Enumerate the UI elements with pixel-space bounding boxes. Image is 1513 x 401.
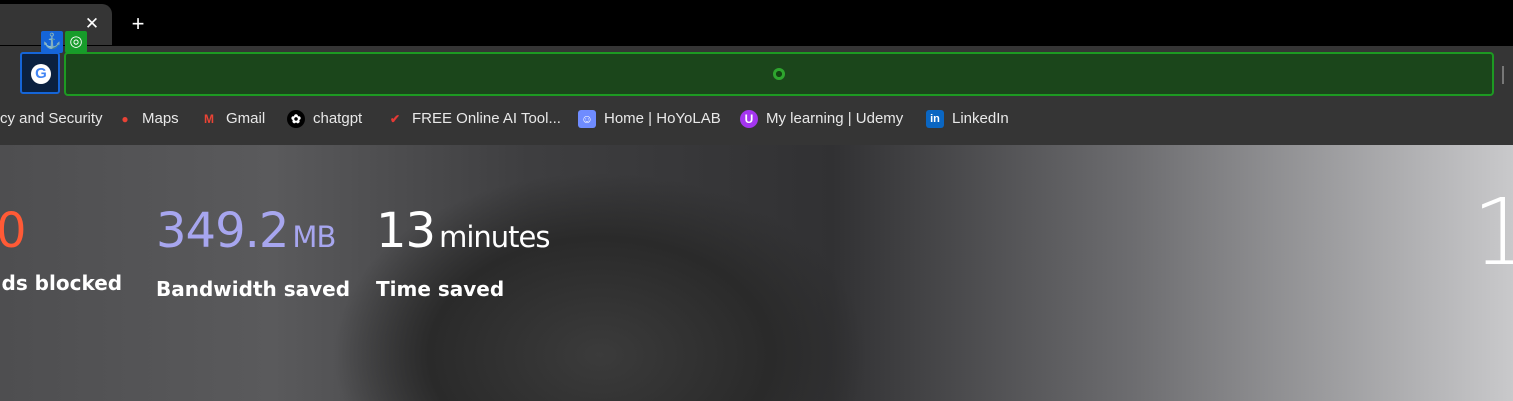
hoyolab-icon: ☺ xyxy=(578,109,596,128)
ads-blocked-value: 0 xyxy=(0,203,27,259)
bookmark-label: Home | HoYoLAB xyxy=(604,110,721,127)
bookmarks-bar: cy and Security ● Maps M Gmail ✿ chatgpt… xyxy=(0,100,1513,145)
bandwidth-saved-stat: 349.2 MB Bandwidth saved xyxy=(156,203,350,301)
target-icon: ◎ xyxy=(65,31,87,53)
time-unit: minutes xyxy=(439,220,550,254)
udemy-icon: U xyxy=(740,109,758,128)
bookmark-privacy-security[interactable]: cy and Security xyxy=(0,100,103,137)
new-tab-background: 0 ads blocked 349.2 MB Bandwidth saved 13… xyxy=(0,145,1513,401)
target-marker-icon xyxy=(773,68,785,80)
maps-icon: ● xyxy=(121,111,129,126)
site-info-button[interactable]: G xyxy=(20,52,60,94)
ai-tool-icon: ✔ xyxy=(389,111,401,126)
gmail-icon: M xyxy=(204,111,214,126)
bookmark-label: Gmail xyxy=(226,110,266,127)
bandwidth-unit: MB xyxy=(292,220,336,254)
bookmark-gmail[interactable]: M Gmail xyxy=(200,100,265,137)
time-label: Time saved xyxy=(376,277,505,301)
tab-strip: ✕ + xyxy=(0,0,1513,46)
new-tab-button[interactable]: + xyxy=(126,12,150,36)
ads-blocked-label: ads blocked xyxy=(0,271,123,295)
clock: 1 xyxy=(1472,179,1513,286)
bandwidth-value: 349.2 xyxy=(156,203,289,259)
bookmark-label: cy and Security xyxy=(0,110,103,127)
time-saved-stat: 13 minutes Time saved xyxy=(376,203,550,301)
address-bar[interactable] xyxy=(64,52,1494,96)
toolbar: G xyxy=(0,46,1513,100)
time-value: 13 xyxy=(376,203,436,259)
linkedin-icon: in xyxy=(926,109,944,128)
bookmark-chatgpt[interactable]: ✿ chatgpt xyxy=(287,100,362,137)
google-icon: G xyxy=(31,64,51,84)
bookmark-linkedin[interactable]: in LinkedIn xyxy=(926,100,1009,137)
bookmark-maps[interactable]: ● Maps xyxy=(116,100,179,137)
bookmark-ai-tool[interactable]: ✔ FREE Online AI Tool... xyxy=(386,100,561,137)
chatgpt-icon: ✿ xyxy=(287,109,305,128)
bookmark-label: Maps xyxy=(142,110,179,127)
bandwidth-label: Bandwidth saved xyxy=(156,277,351,301)
bookmark-label: My learning | Udemy xyxy=(766,110,904,127)
toolbar-divider xyxy=(1502,66,1504,84)
bookmark-label: chatgpt xyxy=(313,110,363,127)
bookmark-udemy[interactable]: U My learning | Udemy xyxy=(740,100,903,137)
anchor-icon: ⚓ xyxy=(41,31,63,53)
ads-blocked-stat: 0 ads blocked xyxy=(0,203,122,295)
bookmark-label: FREE Online AI Tool... xyxy=(412,110,561,127)
bookmark-label: LinkedIn xyxy=(952,110,1009,127)
bookmark-hoyolab[interactable]: ☺ Home | HoYoLAB xyxy=(578,100,721,137)
